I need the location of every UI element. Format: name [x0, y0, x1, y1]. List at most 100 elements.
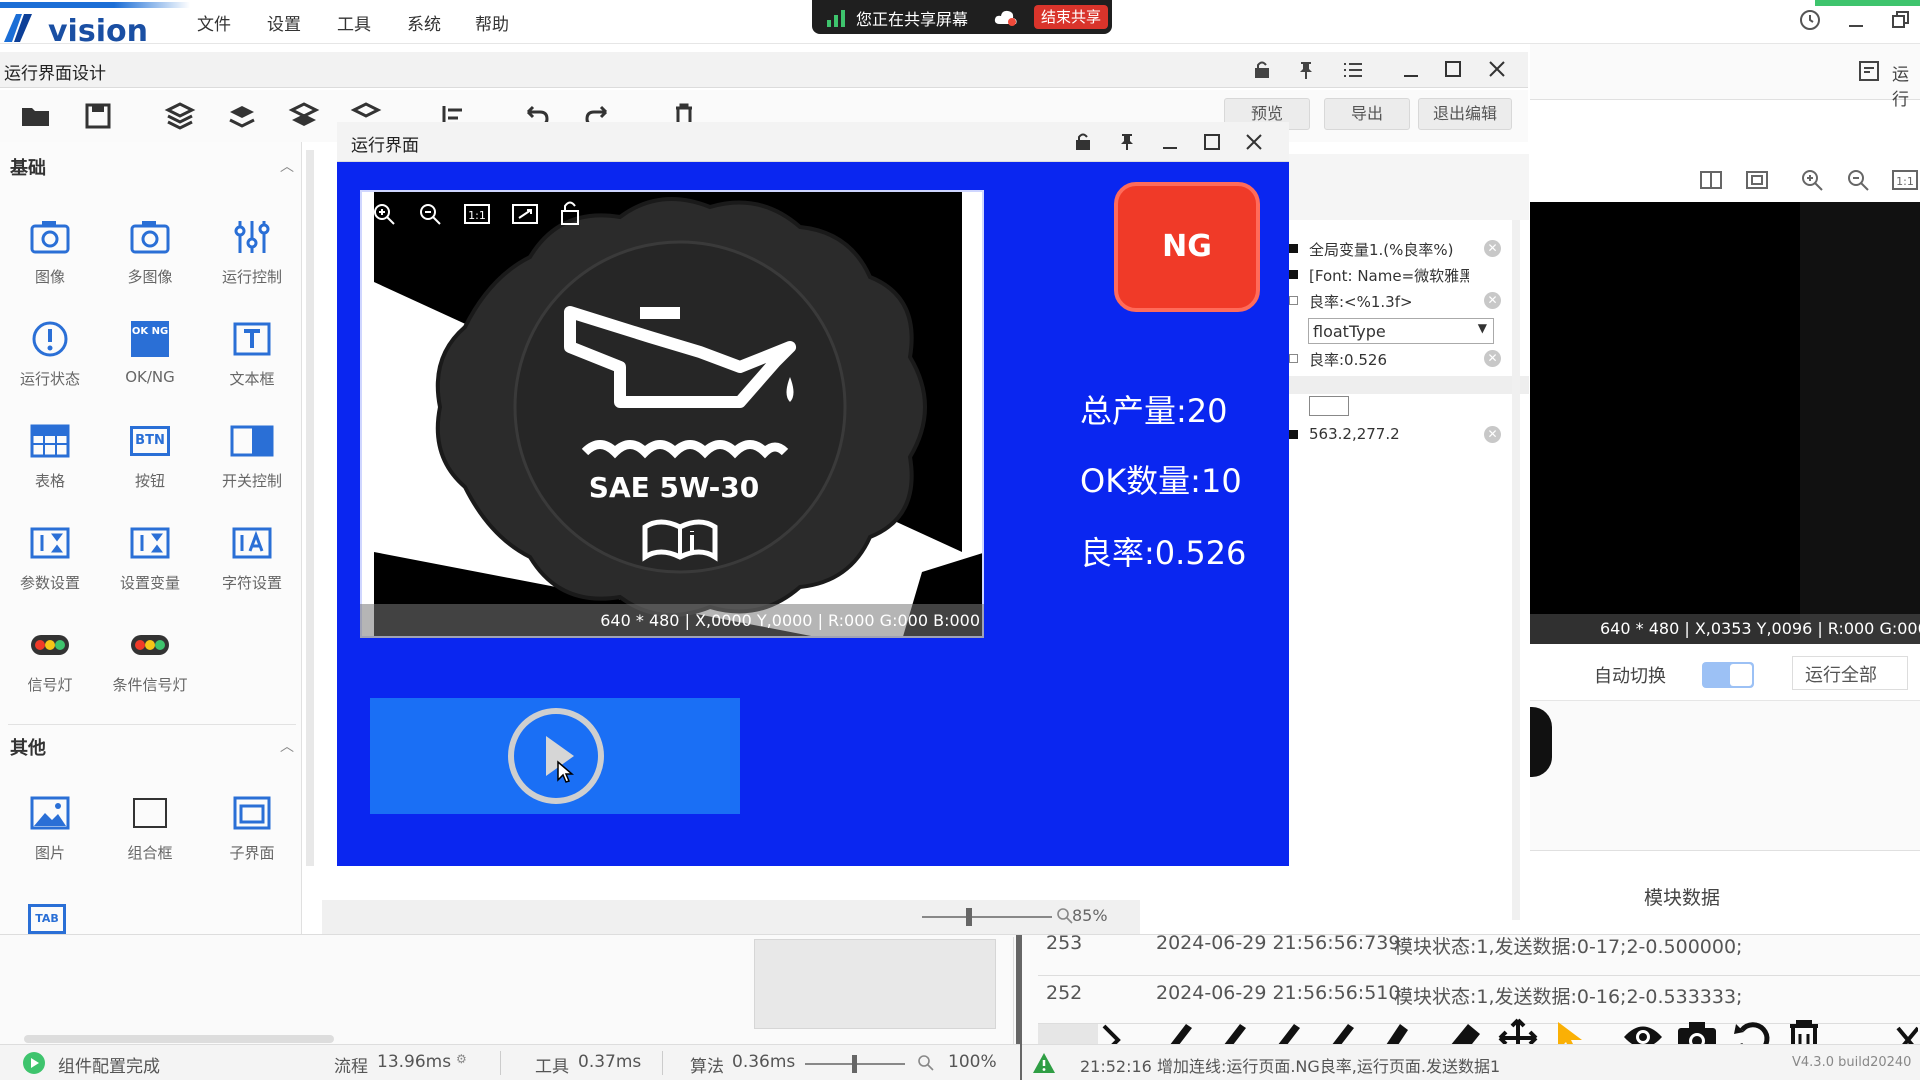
prop-row[interactable]: 良率:<%1.3f> ✕: [1289, 288, 1501, 314]
palette-item-label: 文本框: [229, 370, 275, 388]
palette-scrollbar[interactable]: [306, 150, 314, 866]
search-icon: [918, 1055, 934, 1071]
layer-down-icon[interactable]: [284, 96, 324, 136]
lock-icon[interactable]: [1253, 60, 1271, 80]
export-button[interactable]: 导出: [1324, 98, 1410, 130]
lock-icon[interactable]: [1075, 133, 1091, 151]
palette-item-condition-light[interactable]: 条件信号灯: [100, 620, 200, 710]
menu-help[interactable]: 帮助: [475, 10, 509, 35]
save-icon[interactable]: [78, 96, 118, 136]
status-zoom-thumb[interactable]: [852, 1055, 857, 1073]
basic-section-header[interactable]: 基础: [10, 154, 46, 180]
palette-item-button[interactable]: BTN 按钮: [100, 416, 200, 506]
palette-item-multi-image[interactable]: 多图像: [100, 212, 200, 302]
pin-icon[interactable]: [1120, 133, 1134, 151]
split-view-icon[interactable]: [1700, 170, 1722, 190]
algo-time: 0.36ms: [732, 1052, 796, 1072]
camera-view[interactable]: [1530, 202, 1800, 644]
image-viewer[interactable]: SAE 5W-30 1:1: [360, 190, 984, 638]
minimize-icon[interactable]: [1402, 62, 1420, 80]
clock-icon[interactable]: [1798, 8, 1822, 32]
palette-item-image[interactable]: 图像: [0, 212, 100, 302]
prop-row[interactable]: 563.2,277.2 ✕: [1289, 422, 1501, 448]
palette-item-run-status[interactable]: 运行状态: [0, 314, 100, 404]
props-scrollbar[interactable]: [1512, 220, 1520, 920]
other-section-header[interactable]: 其他: [10, 734, 46, 760]
maximize-icon[interactable]: [1203, 133, 1221, 151]
palette-item-run-control[interactable]: 运行控制: [202, 212, 302, 302]
log-message: 模块状态:1,发送数据:0-16;2-0.533333;: [1394, 986, 1743, 1008]
total-count-label: 总产量:20: [1080, 392, 1228, 430]
divider: [8, 724, 296, 725]
zoom-in-icon[interactable]: [372, 202, 396, 226]
btn-icon: BTN: [130, 426, 170, 456]
prop-row[interactable]: 全局变量1.(%良率%) ✕: [1289, 236, 1501, 262]
zoom-slider[interactable]: [922, 916, 1052, 918]
auto-switch-toggle[interactable]: [1702, 662, 1754, 688]
palette-item-table[interactable]: 表格: [0, 416, 100, 506]
flow-settings-icon[interactable]: ⚙: [456, 1052, 467, 1066]
tab-icon[interactable]: TAB: [28, 904, 66, 934]
close-icon[interactable]: [1245, 133, 1263, 151]
restore-icon[interactable]: [1891, 10, 1911, 30]
zoom-out-icon[interactable]: [1846, 168, 1870, 192]
design-window-title: 运行界面设计: [4, 64, 106, 84]
prop-row[interactable]: 良率:0.526 ✕: [1289, 346, 1501, 372]
module-data-header: 模块数据: [1530, 850, 1920, 934]
palette-item-signal-light[interactable]: 信号灯: [0, 620, 100, 710]
palette-item-label: 参数设置: [19, 574, 80, 592]
layer-up-icon[interactable]: [222, 96, 262, 136]
chevron-up-icon[interactable]: ︿: [280, 156, 294, 176]
list-icon[interactable]: [1343, 61, 1363, 79]
viewer-toolbar: 1:1: [372, 200, 612, 228]
run-window-icon[interactable]: [1858, 60, 1880, 82]
play-icon[interactable]: [506, 706, 606, 806]
palette-item-textbox[interactable]: 文本框: [202, 314, 302, 404]
maximize-icon[interactable]: [1444, 60, 1462, 78]
flow-scrollbar[interactable]: [24, 1035, 334, 1043]
cap-text: SAE 5W-30: [589, 471, 759, 504]
minimize-icon[interactable]: [1847, 12, 1865, 30]
palette-item-picture[interactable]: 图片: [0, 788, 100, 878]
palette-item-char-setting[interactable]: 字符设置: [202, 518, 302, 608]
prop-row[interactable]: [Font: Name=微软雅黑: [1289, 262, 1501, 288]
grid-view-icon[interactable]: [1746, 170, 1768, 190]
fit-window-icon[interactable]: [512, 202, 538, 226]
actual-size-icon[interactable]: 1:1: [464, 202, 490, 226]
log-row[interactable]: 253 2024-06-29 21:56:56:739 模块状态:1,发送数据:…: [1038, 932, 1920, 976]
menu-file[interactable]: 文件: [197, 10, 231, 35]
camera-status-bar: 640 * 480 | X,0353 Y,0096 | R:000 G:000: [1530, 614, 1920, 644]
palette-item-set-variable[interactable]: 设置变量: [100, 518, 200, 608]
menu-system[interactable]: 系统: [407, 10, 441, 35]
chevron-up-icon[interactable]: ︿: [280, 736, 294, 756]
zoom-level: 85%: [1072, 906, 1108, 925]
menu-tools[interactable]: 工具: [337, 10, 371, 35]
run-label[interactable]: 运行: [1892, 60, 1920, 110]
zoom-out-icon[interactable]: [418, 202, 442, 226]
close-icon[interactable]: [1488, 60, 1506, 78]
exit-edit-button[interactable]: 退出编辑: [1418, 98, 1512, 130]
minimize-icon[interactable]: [1161, 134, 1179, 152]
zoom-in-icon[interactable]: [1800, 168, 1824, 192]
run-all-button[interactable]: 运行全部: [1792, 656, 1908, 690]
palette-item-sub-interface[interactable]: 子界面: [202, 788, 302, 878]
layers-icon[interactable]: [160, 96, 200, 136]
unlock-icon[interactable]: [560, 200, 580, 226]
type-select[interactable]: floatType ▼: [1308, 318, 1494, 344]
open-folder-icon[interactable]: [16, 96, 56, 136]
palette-item-switch[interactable]: 开关控制: [202, 416, 302, 506]
palette-item-param-setting[interactable]: 参数设置: [0, 518, 100, 608]
flow-canvas[interactable]: [14, 937, 1014, 1047]
log-scrollbar[interactable]: [1038, 1024, 1098, 1044]
zoom-slider-thumb[interactable]: [966, 908, 972, 926]
actual-size-icon[interactable]: 1:1: [1892, 168, 1918, 192]
flow-minimap[interactable]: [754, 939, 996, 1029]
version-text: V4.3.0 build20240: [1792, 1055, 1912, 1070]
palette-item-group-box[interactable]: 组合框: [100, 788, 200, 878]
menu-settings[interactable]: 设置: [267, 10, 301, 35]
color-swatch[interactable]: [1309, 396, 1349, 416]
right-panel-header: 运行: [1530, 44, 1920, 110]
stop-share-button[interactable]: 结束共享: [1034, 5, 1108, 29]
pin-icon[interactable]: [1298, 60, 1314, 80]
palette-item-ok-ng[interactable]: OK NG OK/NG: [100, 314, 200, 404]
